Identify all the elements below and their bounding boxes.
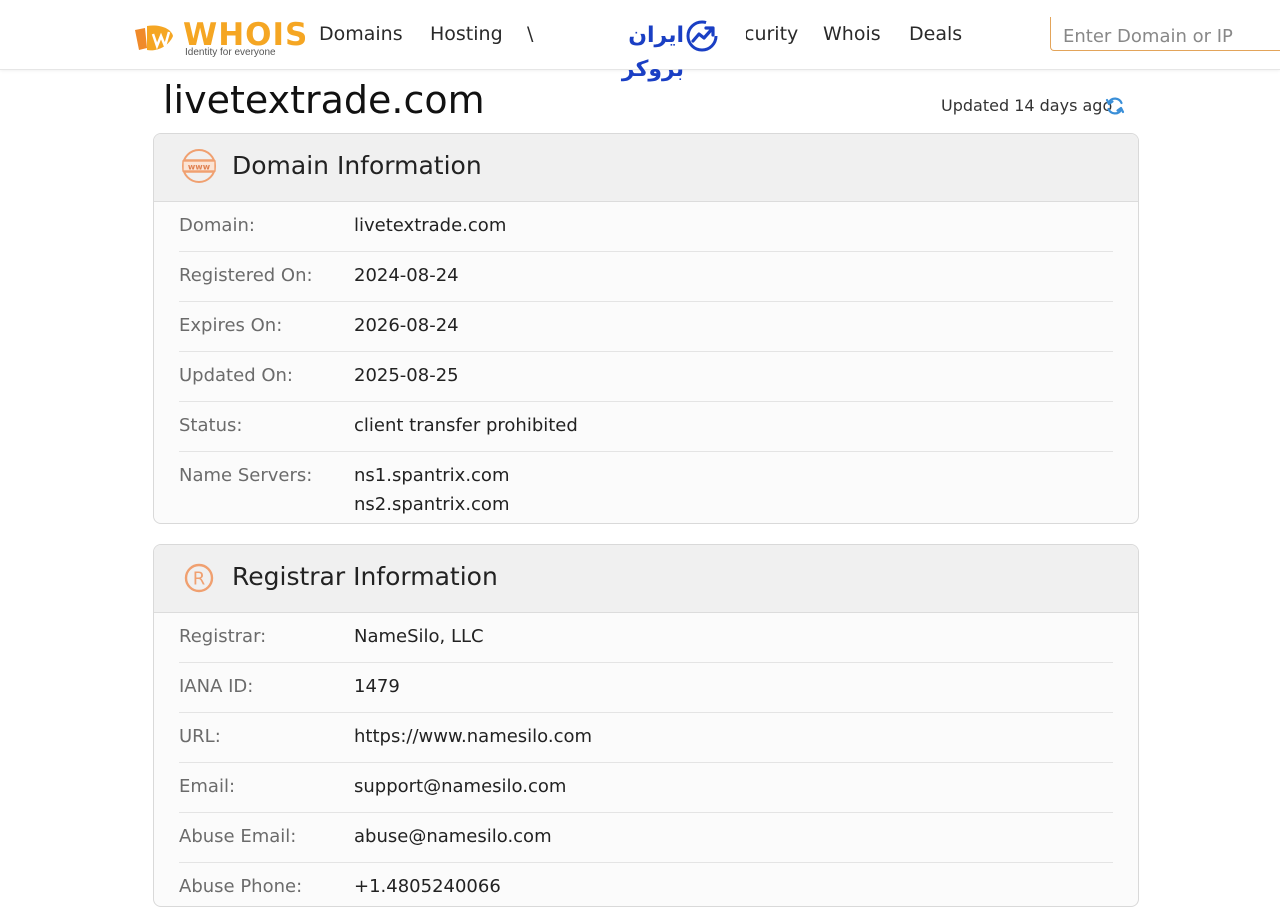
- trend-up-icon: [686, 20, 718, 52]
- row-label: Registered On:: [179, 265, 313, 286]
- row-label: URL:: [179, 726, 221, 747]
- card-header: R Registrar Information: [154, 545, 1138, 613]
- search-input[interactable]: [1061, 22, 1275, 50]
- info-row-abuse-phone: Abuse Phone: +1.4805240066: [179, 863, 1113, 906]
- top-navigation-bar: WHOIS Identity for everyone Domains Host…: [0, 0, 1280, 82]
- card-header: www Domain Information: [154, 134, 1138, 202]
- row-label: Email:: [179, 776, 236, 797]
- svg-text:R: R: [193, 569, 206, 590]
- row-label: Updated On:: [179, 365, 293, 386]
- page-title: livetextrade.com: [163, 78, 485, 122]
- row-value: 2025-08-25: [354, 365, 459, 386]
- info-row-name-servers: Name Servers: ns1.spantrix.com ns2.spant…: [179, 452, 1113, 523]
- info-row-domain: Domain: livetextrade.com: [179, 202, 1113, 252]
- registrar-info-title: Registrar Information: [232, 562, 498, 591]
- name-server-1: ns1.spantrix.com: [354, 465, 510, 486]
- row-value: client transfer prohibited: [354, 415, 578, 436]
- logo-mark-icon: [135, 25, 173, 51]
- row-label: Status:: [179, 415, 243, 436]
- logo-tagline: Identity for everyone: [185, 47, 276, 58]
- row-value: livetextrade.com: [354, 215, 507, 236]
- nav-whois[interactable]: Whois: [823, 22, 881, 46]
- domain-information-card: www Domain Information Domain: livetextr…: [153, 133, 1139, 524]
- overlay-ad-banner[interactable]: ایران بروکر: [560, 18, 746, 82]
- nav-partial-item[interactable]: \: [527, 22, 533, 46]
- domain-info-title: Domain Information: [232, 151, 482, 180]
- search-box[interactable]: [1050, 17, 1280, 51]
- info-row-registrar: Registrar: NameSilo, LLC: [179, 613, 1113, 663]
- info-row-expires: Expires On: 2026-08-24: [179, 302, 1113, 352]
- refresh-icon[interactable]: [1104, 95, 1126, 117]
- info-row-iana-id: IANA ID: 1479: [179, 663, 1113, 713]
- row-label: Expires On:: [179, 315, 283, 336]
- updated-timestamp: Updated 14 days ago: [941, 96, 1113, 115]
- row-value: 2024-08-24: [354, 265, 459, 286]
- nav-security[interactable]: curity: [744, 22, 798, 46]
- nav-hosting[interactable]: Hosting: [430, 22, 503, 46]
- domain-info-list: Domain: livetextrade.com Registered On: …: [154, 202, 1138, 523]
- www-globe-icon: www: [182, 149, 216, 183]
- info-row-abuse-email: Abuse Email: abuse@namesilo.com: [179, 813, 1113, 863]
- row-label: Name Servers:: [179, 465, 313, 486]
- row-label: Abuse Email:: [179, 826, 297, 847]
- info-row-registered: Registered On: 2024-08-24: [179, 252, 1113, 302]
- nav-domains[interactable]: Domains: [319, 22, 403, 46]
- row-label: Registrar:: [179, 626, 267, 647]
- info-row-email: Email: support@namesilo.com: [179, 763, 1113, 813]
- row-label: Abuse Phone:: [179, 876, 303, 897]
- row-value: NameSilo, LLC: [354, 626, 484, 647]
- ad-text: ایران بروکر: [621, 23, 684, 82]
- row-value: abuse@namesilo.com: [354, 826, 552, 847]
- row-label: IANA ID:: [179, 676, 254, 697]
- info-row-status: Status: client transfer prohibited: [179, 402, 1113, 452]
- info-row-updated: Updated On: 2025-08-25: [179, 352, 1113, 402]
- row-value: support@namesilo.com: [354, 776, 567, 797]
- row-label: Domain:: [179, 215, 255, 236]
- svg-text:www: www: [188, 163, 211, 172]
- row-value: +1.4805240066: [354, 876, 501, 897]
- registrar-info-list: Registrar: NameSilo, LLC IANA ID: 1479 U…: [154, 613, 1138, 906]
- info-row-url: URL: https://www.namesilo.com: [179, 713, 1113, 763]
- logo-wordmark: WHOIS: [183, 17, 309, 53]
- row-value: 1479: [354, 676, 400, 697]
- registered-mark-icon: R: [184, 563, 214, 593]
- nav-deals[interactable]: Deals: [909, 22, 962, 46]
- row-value: 2026-08-24: [354, 315, 459, 336]
- registrar-information-card: R Registrar Information Registrar: NameS…: [153, 544, 1139, 907]
- name-server-2: ns2.spantrix.com: [354, 494, 510, 515]
- row-value: https://www.namesilo.com: [354, 726, 593, 747]
- site-logo[interactable]: WHOIS Identity for everyone: [133, 20, 307, 58]
